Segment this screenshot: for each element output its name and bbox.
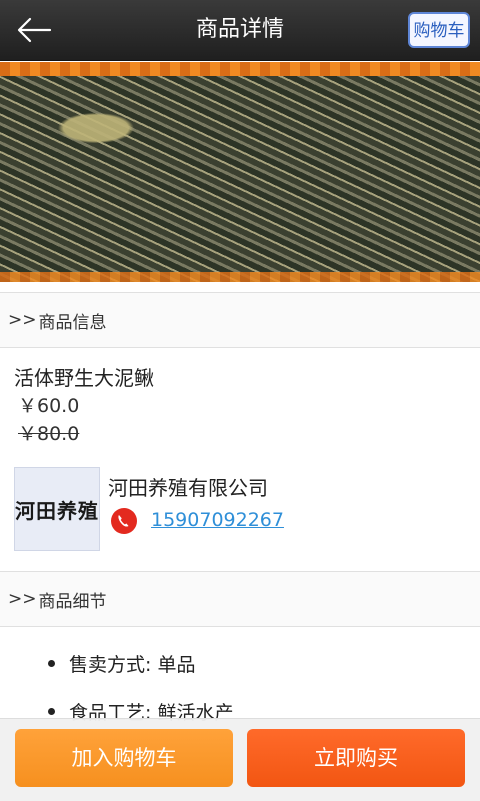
section-title: 商品信息 xyxy=(38,312,107,333)
company-name: 河田养殖有限公司 xyxy=(108,476,268,500)
company-logo: 河田养殖 xyxy=(14,467,100,551)
phone-icon[interactable] xyxy=(111,508,137,534)
basket-edge xyxy=(0,62,480,76)
detail-item: 售卖方式: 单品 xyxy=(48,650,195,677)
handset-icon xyxy=(118,515,129,527)
product-price: ￥60.0 xyxy=(18,395,80,417)
basket-edge-bottom xyxy=(0,272,480,282)
buy-now-button[interactable]: 立即购买 xyxy=(247,729,465,787)
cart-button[interactable]: 购物车 xyxy=(408,12,470,48)
original-price: ￥80.0 xyxy=(18,423,80,445)
detail-text: 售卖方式: 单品 xyxy=(69,654,196,676)
logo-text: 河田养殖 xyxy=(15,498,99,523)
product-image xyxy=(0,62,480,282)
double-chevron-icon: >> xyxy=(8,310,37,330)
top-bar: 商品详情 购物车 xyxy=(0,0,480,61)
bullet-icon xyxy=(48,708,55,715)
section-product-details: >> 商品细节 xyxy=(0,571,480,627)
product-name: 活体野生大泥鳅 xyxy=(14,366,154,390)
bullet-icon xyxy=(48,660,55,667)
section-product-info: >> 商品信息 xyxy=(0,292,480,348)
add-to-cart-button[interactable]: 加入购物车 xyxy=(15,729,233,787)
double-chevron-icon: >> xyxy=(8,589,37,609)
bottom-action-bar: 加入购物车 立即购买 xyxy=(0,718,480,801)
section-title: 商品细节 xyxy=(38,591,107,612)
phone-number-link[interactable]: 15907092267 xyxy=(151,509,284,531)
